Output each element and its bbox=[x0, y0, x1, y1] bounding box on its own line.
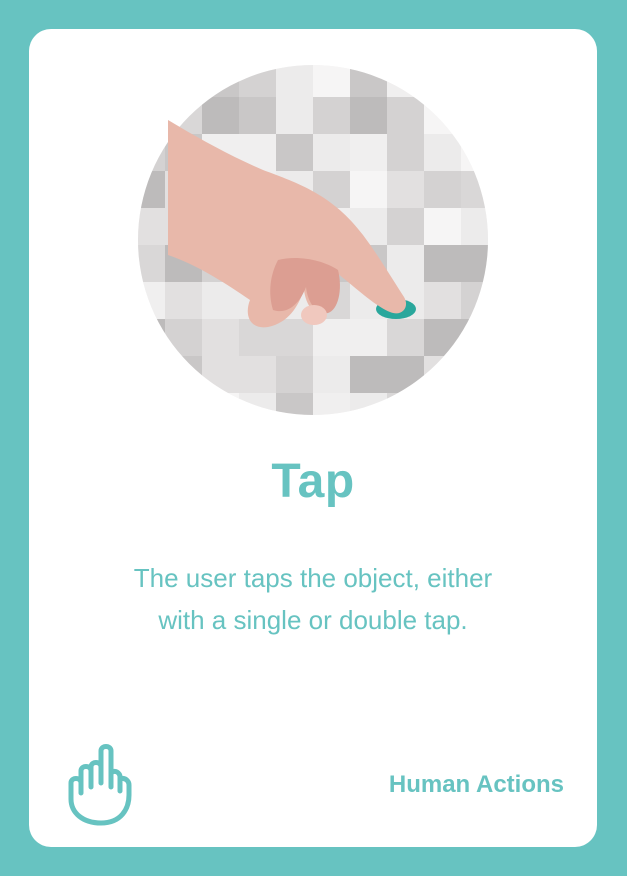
pixel-tile bbox=[313, 97, 350, 134]
pixel-tile bbox=[350, 65, 387, 97]
pixel-tile bbox=[350, 356, 387, 393]
pixel-tile bbox=[313, 356, 350, 393]
pixel-tile bbox=[424, 171, 461, 208]
pixel-tile bbox=[202, 356, 239, 393]
pixel-tile bbox=[313, 134, 350, 171]
pixel-tile bbox=[165, 282, 202, 319]
pixel-tile bbox=[165, 393, 202, 415]
pixel-tile bbox=[461, 393, 488, 415]
pixel-tile bbox=[424, 245, 461, 282]
pixel-tile bbox=[387, 208, 424, 245]
pixel-tile bbox=[165, 65, 202, 97]
pixel-tile bbox=[387, 171, 424, 208]
pixel-tile bbox=[138, 171, 165, 208]
pixel-tile bbox=[276, 356, 313, 393]
pixel-tile bbox=[138, 245, 165, 282]
pixel-tile bbox=[138, 282, 165, 319]
pixel-tile bbox=[424, 282, 461, 319]
pixel-tile bbox=[202, 393, 239, 415]
pixel-tile bbox=[165, 356, 202, 393]
pixel-tile bbox=[313, 393, 350, 415]
pixel-tile bbox=[202, 97, 239, 134]
pixel-tile bbox=[276, 134, 313, 171]
pixel-tile bbox=[276, 97, 313, 134]
pixel-tile bbox=[239, 356, 276, 393]
description-line: with a single or double tap. bbox=[158, 605, 468, 635]
pixel-tile bbox=[138, 134, 165, 171]
pixel-tile bbox=[461, 245, 488, 282]
pixel-tile bbox=[138, 97, 165, 134]
pixel-tile bbox=[276, 393, 313, 415]
pixel-tile bbox=[461, 319, 488, 356]
pixel-tile bbox=[424, 356, 461, 393]
card-title: Tap bbox=[271, 455, 355, 508]
pixel-tile bbox=[461, 97, 488, 134]
pixel-tile bbox=[239, 393, 276, 415]
pixel-tile bbox=[387, 319, 424, 356]
pixel-tile bbox=[138, 393, 165, 415]
pixel-tile bbox=[387, 65, 424, 97]
pixel-tile bbox=[239, 65, 276, 97]
pixel-tile bbox=[424, 319, 461, 356]
pixel-tile bbox=[387, 393, 424, 415]
pixel-tile bbox=[387, 356, 424, 393]
pixel-tile bbox=[165, 319, 202, 356]
tap-illustration bbox=[138, 65, 488, 415]
pixel-tile bbox=[313, 65, 350, 97]
pixel-tile bbox=[461, 282, 488, 319]
category-label: Human Actions bbox=[388, 771, 564, 798]
pixel-tile bbox=[276, 65, 313, 97]
pixel-tile bbox=[424, 208, 461, 245]
pixel-tile bbox=[461, 208, 488, 245]
pixel-tile bbox=[138, 65, 165, 97]
pixel-tile bbox=[138, 356, 165, 393]
pixel-tile bbox=[461, 65, 488, 97]
pixel-tile bbox=[313, 319, 350, 356]
pixel-tile bbox=[424, 65, 461, 97]
pixel-tile bbox=[387, 97, 424, 134]
pixel-tile bbox=[424, 393, 461, 415]
pixel-tile bbox=[138, 208, 165, 245]
pixel-tile bbox=[350, 97, 387, 134]
pixel-tile bbox=[424, 134, 461, 171]
pixel-tile bbox=[350, 134, 387, 171]
pixel-tile bbox=[461, 171, 488, 208]
card-description: The user taps the object, either with a … bbox=[69, 557, 557, 641]
pixel-tile bbox=[350, 319, 387, 356]
pixel-tile bbox=[387, 134, 424, 171]
action-card: Tap The user taps the object, either wit… bbox=[29, 29, 597, 847]
thumbnail bbox=[301, 305, 327, 325]
pixel-tile bbox=[138, 319, 165, 356]
pixel-tile bbox=[461, 356, 488, 393]
pixel-tile bbox=[239, 97, 276, 134]
pixel-tile bbox=[350, 393, 387, 415]
tap-hand-icon bbox=[68, 744, 132, 826]
pixel-tile bbox=[350, 171, 387, 208]
pixel-tile bbox=[276, 319, 313, 356]
pixel-tile bbox=[387, 245, 424, 282]
pixel-tile bbox=[424, 97, 461, 134]
description-line: The user taps the object, either bbox=[133, 563, 493, 593]
pixel-tile bbox=[202, 319, 239, 356]
pixel-tile bbox=[461, 134, 488, 171]
pixel-tile bbox=[202, 65, 239, 97]
